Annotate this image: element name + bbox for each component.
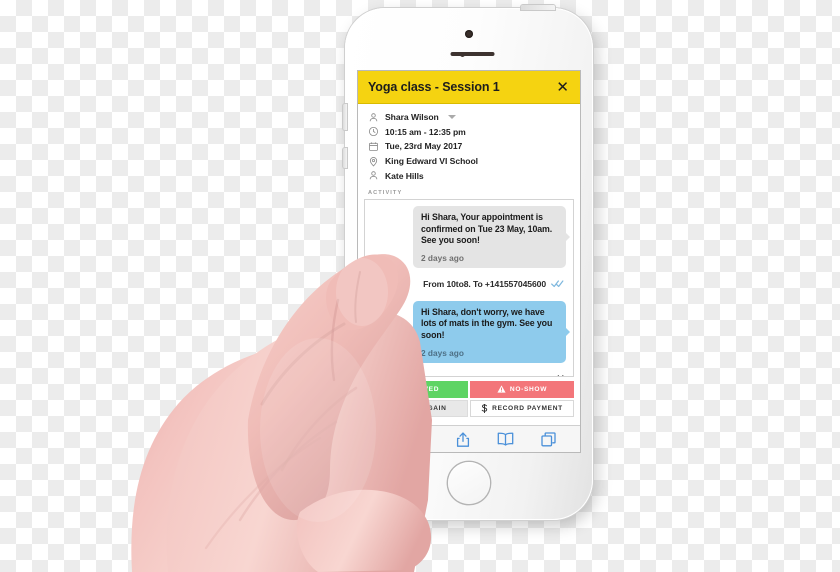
message-bubble-incoming: Hi Shara, Your appointment is confirmed …	[413, 205, 570, 268]
message-body: Hi Shara, Your appointment is confirmed …	[421, 211, 553, 246]
detail-text-staff: Kate Hills	[385, 170, 424, 181]
double-check-icon	[551, 370, 564, 376]
top-edge-button[interactable]	[521, 5, 555, 10]
detail-row-time: 10:15 am - 12:35 pm	[368, 125, 580, 140]
activity-section-label: ACTIVITY	[358, 186, 580, 199]
detail-row-staff: Kate Hills	[368, 168, 580, 183]
front-camera-icon	[465, 30, 473, 38]
location-icon	[368, 156, 379, 167]
record-payment-button[interactable]: RECORD PAYMENT	[470, 399, 574, 417]
share-icon[interactable]	[456, 431, 470, 448]
message-meta-text: From 10to8. To +141557045600	[423, 278, 546, 289]
arrived-button[interactable]: ARRIVED	[364, 380, 468, 398]
message-meta-text: To +141557045600	[473, 374, 546, 376]
activity-panel: Hi Shara, Your appointment is confirmed …	[364, 198, 574, 377]
action-button-grid: ARRIVED NO-SHOW BOOK AGAIN RECORD PAYMEN…	[364, 380, 574, 417]
detail-text-time: 10:15 am - 12:35 pm	[385, 126, 466, 137]
dollar-icon	[481, 403, 488, 413]
message-timestamp: 2 days ago	[421, 252, 464, 263]
app-header: Yoga class - Session 1 ✕	[358, 71, 580, 104]
arrived-button-label: ARRIVED	[404, 385, 440, 393]
chevron-down-icon[interactable]	[447, 115, 456, 120]
power-button[interactable]	[343, 104, 347, 130]
chevron-right-icon	[419, 431, 429, 447]
earpiece-speaker-icon	[450, 52, 495, 56]
message-bubble-outgoing: Hi Shara, don't worry, we have lots of m…	[413, 300, 570, 363]
page-title: Yoga class - Session 1	[368, 80, 500, 94]
phone-device: Yoga class - Session 1 ✕ Shara Wilson 10…	[343, 5, 593, 520]
message-body: Hi Shara, don't worry, we have lots of m…	[421, 306, 553, 340]
booking-details-list: Shara Wilson 10:15 am - 12:35 pm Tue, 23…	[358, 104, 580, 187]
home-button[interactable]	[448, 462, 490, 504]
no-show-button[interactable]: NO-SHOW	[470, 380, 574, 398]
phone-screen: Yoga class - Session 1 ✕ Shara Wilson 10…	[358, 71, 580, 452]
book-again-button-label: BOOK AGAIN	[397, 404, 447, 412]
volume-button[interactable]	[343, 148, 347, 168]
calendar-icon	[368, 141, 379, 152]
detail-row-client[interactable]: Shara Wilson	[368, 110, 580, 125]
book-again-button[interactable]: BOOK AGAIN	[364, 399, 468, 417]
person-icon	[368, 112, 379, 123]
tabs-icon[interactable]	[541, 431, 556, 447]
warning-icon	[497, 385, 506, 394]
message-meta-row: To +141557045600	[372, 370, 566, 376]
detail-text-client: Shara Wilson	[385, 112, 439, 123]
person-icon	[368, 170, 379, 181]
detail-row-location: King Edward VI School	[368, 154, 580, 169]
record-payment-button-label: RECORD PAYMENT	[492, 404, 563, 412]
refresh-icon	[385, 404, 394, 412]
close-icon[interactable]: ✕	[553, 78, 572, 97]
book-icon[interactable]	[497, 432, 514, 446]
detail-text-location: King Edward VI School	[385, 156, 479, 167]
message-timestamp: 2 days ago	[421, 347, 464, 358]
detail-row-date: Tue, 23rd May 2017	[368, 139, 580, 154]
message-meta-row: From 10to8. To +141557045600	[372, 275, 566, 293]
detail-text-date: Tue, 23rd May 2017	[385, 141, 463, 152]
safari-toolbar	[358, 425, 580, 452]
message-item: Hi Shara, don't worry, we have lots of m…	[372, 300, 570, 363]
no-show-button-label: NO-SHOW	[509, 385, 548, 393]
clock-icon	[368, 126, 379, 137]
double-check-icon	[551, 275, 564, 293]
chevron-left-icon[interactable]	[382, 431, 392, 447]
message-item: Hi Shara, Your appointment is confirmed …	[372, 205, 570, 268]
check-icon	[392, 386, 401, 393]
